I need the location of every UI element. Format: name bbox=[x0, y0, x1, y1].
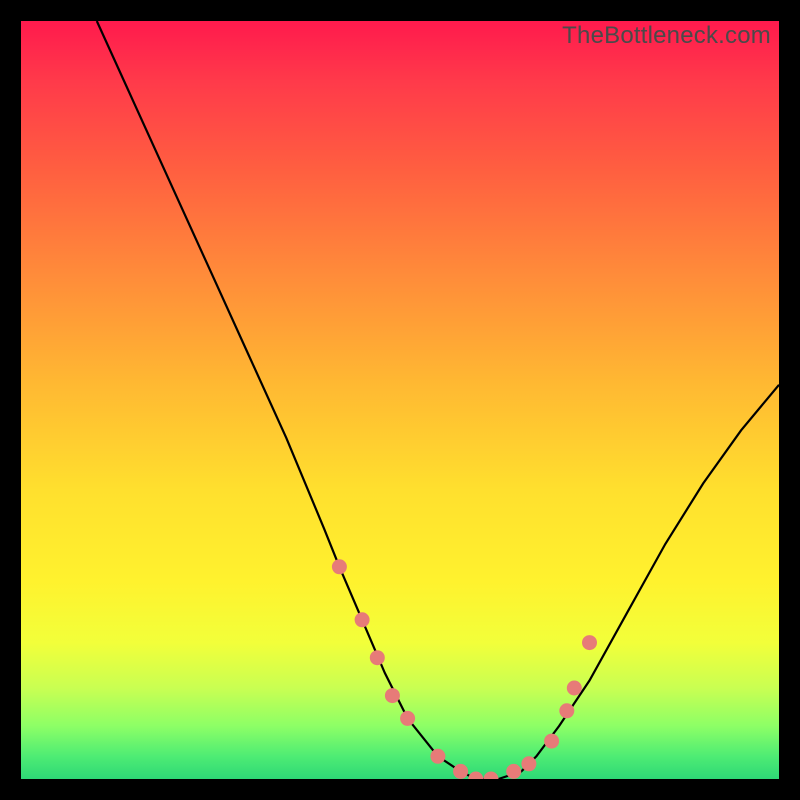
marker-point bbox=[454, 764, 468, 778]
plot-area: TheBottleneck.com bbox=[21, 21, 779, 779]
marker-point bbox=[469, 772, 483, 779]
marker-point bbox=[370, 651, 384, 665]
marker-point bbox=[507, 764, 521, 778]
marker-point bbox=[484, 772, 498, 779]
marker-point bbox=[560, 704, 574, 718]
curve-layer bbox=[21, 21, 779, 779]
marker-point bbox=[583, 636, 597, 650]
marker-point bbox=[431, 749, 445, 763]
bottleneck-curve bbox=[97, 21, 779, 779]
marker-point bbox=[385, 689, 399, 703]
marker-point bbox=[401, 711, 415, 725]
chart-frame: TheBottleneck.com bbox=[0, 0, 800, 800]
marker-point bbox=[355, 613, 369, 627]
marker-point bbox=[522, 757, 536, 771]
marker-point bbox=[567, 681, 581, 695]
marker-point bbox=[545, 734, 559, 748]
marker-point bbox=[332, 560, 346, 574]
highlight-markers bbox=[332, 560, 596, 779]
